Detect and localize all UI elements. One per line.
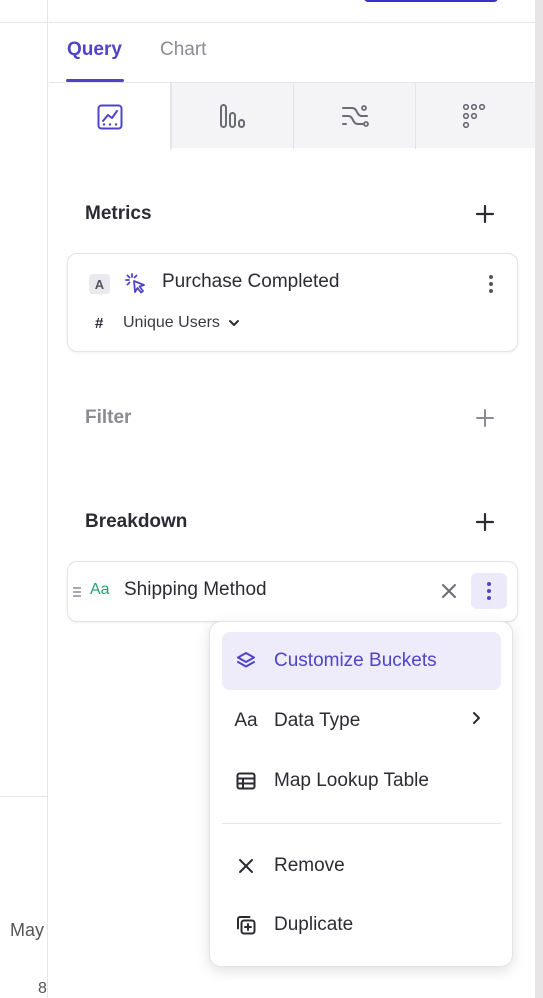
background-chart-area: May 8 xyxy=(0,0,48,998)
metric-card[interactable]: A Purchase Completed # Unique Users xyxy=(67,253,518,352)
menu-item-label: Map Lookup Table xyxy=(274,770,429,791)
metric-event-name[interactable]: Purchase Completed xyxy=(162,271,339,293)
divider xyxy=(0,22,48,23)
divider xyxy=(0,796,48,797)
flow-icon xyxy=(341,105,369,127)
breakdown-more-button[interactable] xyxy=(471,573,507,609)
viz-tab-retention[interactable] xyxy=(415,83,535,149)
menu-item-label: Customize Buckets xyxy=(274,650,437,671)
plus-icon xyxy=(476,409,494,427)
duplicate-icon xyxy=(237,916,256,935)
add-filter-button[interactable] xyxy=(474,407,496,429)
breakdown-card[interactable]: Aa Shipping Method xyxy=(67,561,518,622)
chevron-right-icon xyxy=(471,711,481,730)
window-edge xyxy=(535,0,543,998)
layers-icon xyxy=(237,652,255,668)
event-icon xyxy=(124,272,148,301)
remove-breakdown-button[interactable] xyxy=(440,582,458,605)
x-axis-label: May xyxy=(10,920,45,940)
viz-type-selector xyxy=(49,82,535,150)
chevron-down-icon xyxy=(228,320,239,326)
breakdown-property-name[interactable]: Shipping Method xyxy=(124,579,267,601)
tab-chart[interactable]: Chart xyxy=(160,39,206,61)
measure-selector[interactable]: Unique Users xyxy=(123,314,240,332)
metrics-heading: Metrics xyxy=(85,203,152,224)
close-icon xyxy=(442,584,456,598)
panel-tabs: Query Chart xyxy=(49,22,535,82)
menu-item-data-type[interactable]: Aa Data Type xyxy=(222,692,501,750)
menu-item-remove[interactable]: Remove xyxy=(222,837,501,895)
breakdown-context-menu: Customize Buckets Aa Data Type Map Looku… xyxy=(209,621,513,967)
filter-heading: Filter xyxy=(85,407,132,428)
menu-divider xyxy=(222,823,501,824)
viz-tab-insights[interactable] xyxy=(49,83,171,150)
axis-number: 8 xyxy=(38,980,47,997)
menu-item-label: Duplicate xyxy=(274,914,354,935)
measure-hash-icon: # xyxy=(95,315,104,332)
add-breakdown-button[interactable] xyxy=(474,511,496,533)
line-chart-icon xyxy=(97,104,122,129)
table-icon xyxy=(236,772,256,790)
add-metric-button[interactable] xyxy=(474,203,496,225)
plus-icon xyxy=(475,512,495,532)
menu-item-duplicate[interactable]: Duplicate xyxy=(222,896,501,954)
dot-grid-icon xyxy=(462,103,485,129)
viz-tab-funnels[interactable] xyxy=(171,83,293,149)
text-type-icon: Aa xyxy=(234,710,258,731)
menu-item-map-lookup-table[interactable]: Map Lookup Table xyxy=(222,752,501,810)
query-panel: Query Chart Metrics A Purchase Completed… xyxy=(49,0,535,998)
viz-tab-flows[interactable] xyxy=(293,83,415,149)
bar-chart-icon xyxy=(219,104,245,128)
close-icon xyxy=(239,859,253,873)
metric-letter-badge: A xyxy=(89,274,110,294)
menu-item-label: Data Type xyxy=(274,710,361,731)
menu-item-label: Remove xyxy=(274,855,345,876)
breakdown-heading: Breakdown xyxy=(85,511,188,532)
tab-query[interactable]: Query xyxy=(67,39,122,61)
drag-handle-icon[interactable] xyxy=(72,584,82,605)
string-type-badge: Aa xyxy=(90,581,110,598)
measure-label: Unique Users xyxy=(123,314,220,331)
plus-icon xyxy=(475,204,495,224)
menu-item-customize-buckets[interactable]: Customize Buckets xyxy=(222,632,501,690)
metric-more-button[interactable] xyxy=(478,269,504,299)
